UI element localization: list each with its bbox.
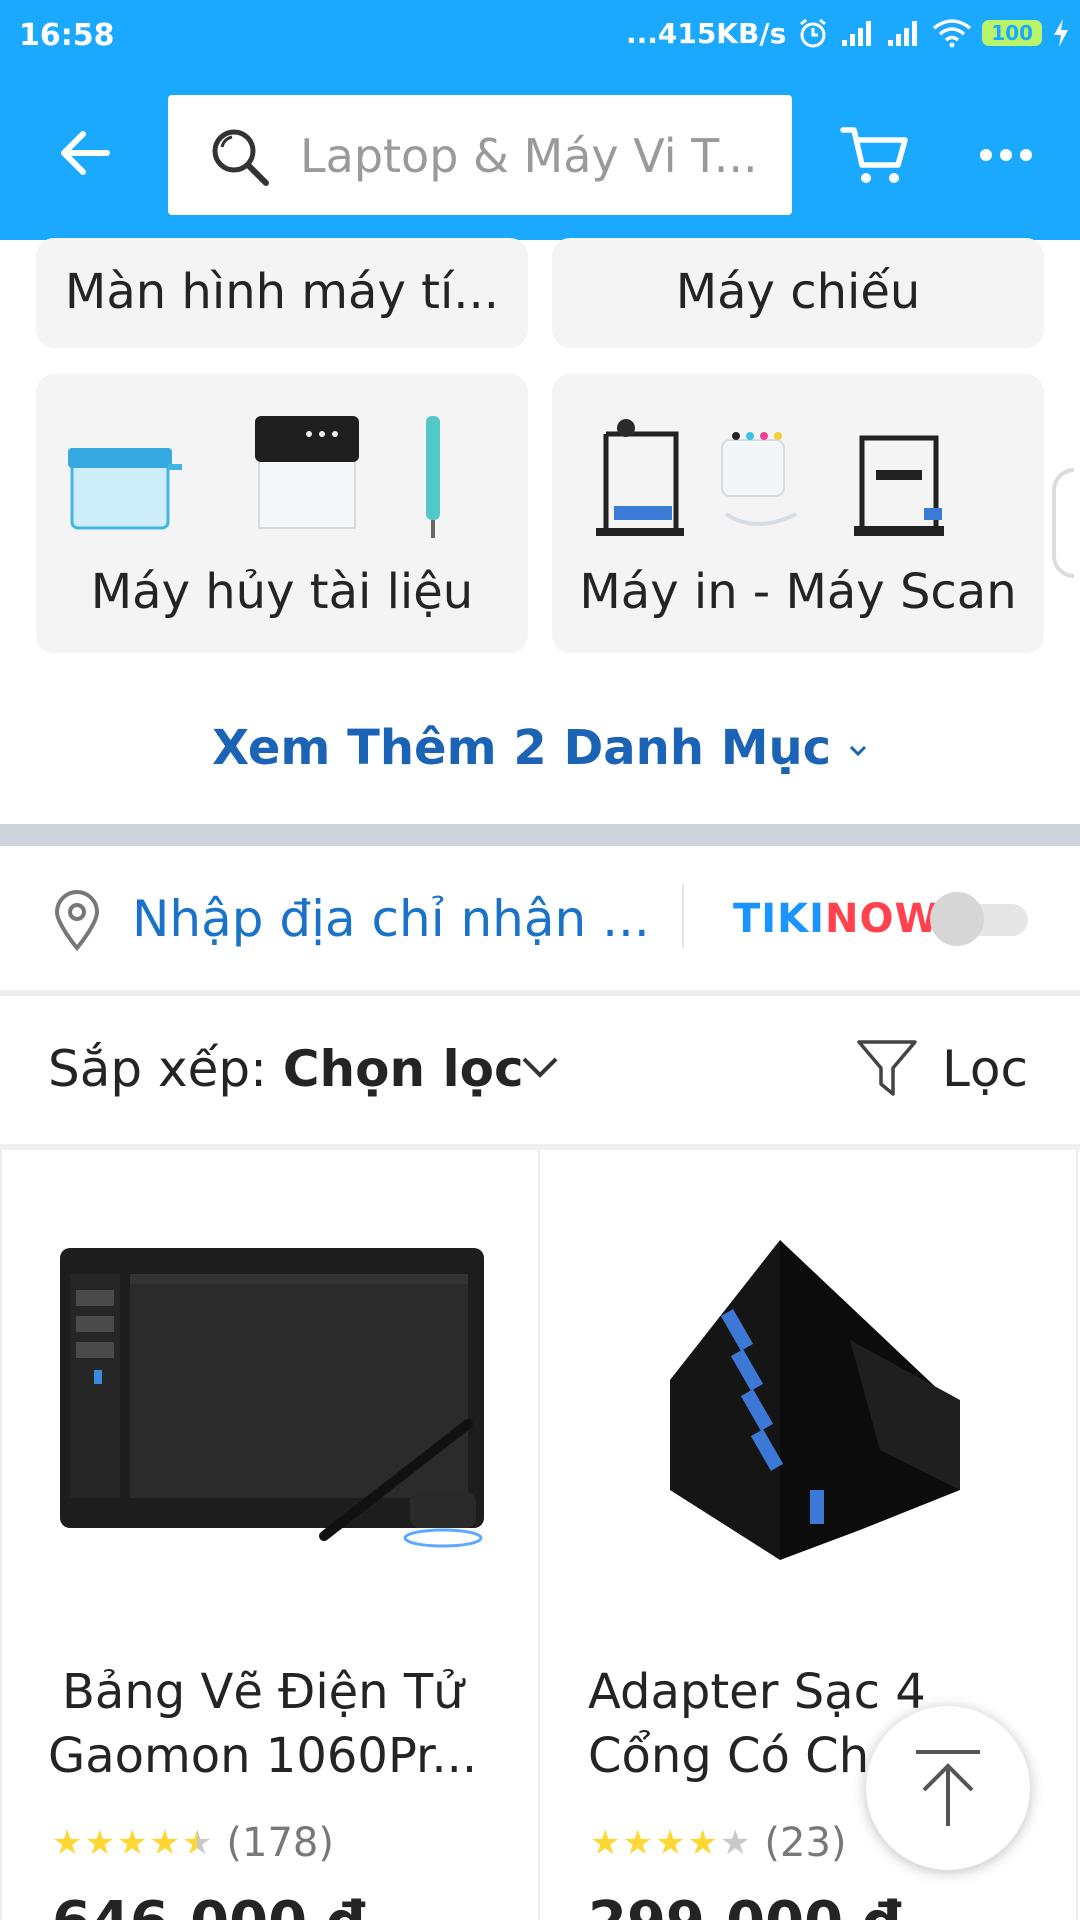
sort-filter-row: Sắp xếp: Chọn lọc Lọc bbox=[0, 996, 1080, 1144]
status-time: 16:58 bbox=[19, 18, 115, 53]
star-icon: ★ bbox=[84, 1823, 115, 1863]
battery-icon: 100 bbox=[982, 20, 1042, 46]
star-icon: ★ bbox=[116, 1823, 148, 1863]
star-icon: ★ bbox=[654, 1823, 686, 1863]
location-pin-icon bbox=[54, 890, 100, 952]
star-icon: ★ bbox=[687, 1823, 718, 1863]
toggle-knob bbox=[930, 892, 984, 946]
product-name: Adapter Sạc 4 bbox=[588, 1664, 926, 1720]
star-half-icon: ★ bbox=[181, 1823, 213, 1863]
chevron-down-icon bbox=[849, 745, 866, 757]
signal-icon bbox=[888, 21, 918, 46]
scroll-handle[interactable] bbox=[1052, 468, 1074, 578]
cart-icon[interactable] bbox=[840, 125, 910, 187]
category-tile-monitor[interactable]: Màn hình máy tí... bbox=[36, 238, 528, 348]
product-rating: ★ ★ ★ ★ ★ (23) bbox=[590, 1820, 847, 1866]
divider bbox=[682, 884, 684, 948]
arrow-up-icon bbox=[916, 1750, 980, 1826]
printer-image bbox=[596, 419, 944, 536]
charging-icon bbox=[1054, 19, 1068, 47]
grid-border bbox=[1076, 1150, 1078, 1920]
tikinow-logo: TIKINOW bbox=[733, 896, 940, 942]
signal-icon bbox=[842, 21, 872, 46]
status-bar: 16:58 ...415KB/s 100 bbox=[0, 0, 1080, 75]
category-label: Màn hình máy tí... bbox=[64, 264, 500, 320]
star-icon: ★ bbox=[52, 1823, 83, 1863]
app-header: 16:58 ...415KB/s 100 Laptop & Máy Vi T..… bbox=[0, 0, 1080, 240]
toolbar: Laptop & Máy Vi T... bbox=[0, 95, 1080, 215]
search-input[interactable]: Laptop & Máy Vi T... bbox=[168, 95, 792, 215]
review-count: (23) bbox=[764, 1820, 847, 1866]
search-icon bbox=[212, 129, 269, 186]
chevron-down-icon[interactable] bbox=[520, 1054, 560, 1080]
sort-dropdown[interactable]: Sắp xếp: Chọn lọc bbox=[48, 1040, 524, 1098]
product-name: Bảng Vẽ Điện Tử bbox=[62, 1664, 464, 1720]
product-price: 646.000 ₫ bbox=[52, 1890, 366, 1920]
product-card[interactable]: Bảng Vẽ Điện Tử Gaomon 1060Pr... ★ ★ ★ ★… bbox=[2, 1150, 538, 1920]
see-more-label: Xem Thêm 2 Danh Mục bbox=[212, 720, 832, 776]
delivery-address-row: Nhập địa chỉ nhận ... TIKINOW bbox=[0, 846, 1080, 990]
product-price: 299.000 ₫ bbox=[588, 1890, 902, 1920]
category-label: Máy in - Máy Scan bbox=[579, 564, 1017, 620]
more-icon[interactable] bbox=[980, 147, 1032, 163]
tikinow-logo-now: NOW bbox=[825, 896, 940, 942]
see-more-categories-button[interactable]: Xem Thêm 2 Danh Mục bbox=[0, 720, 1080, 776]
category-label: Máy chiếu bbox=[675, 264, 921, 320]
back-arrow-icon[interactable] bbox=[55, 123, 115, 183]
category-tile-shredder[interactable]: Máy hủy tài liệu bbox=[36, 374, 528, 653]
product-name: Cổng Có Ch bbox=[588, 1728, 870, 1784]
sort-prefix: Sắp xếp: bbox=[48, 1040, 283, 1098]
network-speed: ...415KB/s bbox=[625, 16, 787, 50]
address-input[interactable]: Nhập địa chỉ nhận ... bbox=[132, 890, 650, 948]
filter-icon[interactable] bbox=[855, 1036, 919, 1100]
category-label: Máy hủy tài liệu bbox=[90, 564, 474, 620]
section-divider bbox=[0, 824, 1080, 846]
status-icons: ...415KB/s 100 bbox=[626, 16, 1070, 50]
star-icon: ★ bbox=[622, 1823, 653, 1863]
tikinow-logo-tiki: TIKI bbox=[733, 896, 826, 942]
wifi-icon bbox=[933, 19, 972, 48]
product-name: Gaomon 1060Pr... bbox=[48, 1728, 478, 1784]
star-icon: ★ bbox=[149, 1823, 180, 1863]
product-image bbox=[60, 1248, 484, 1548]
product-rating: ★ ★ ★ ★ ★ (178) bbox=[52, 1820, 334, 1866]
alarm-icon bbox=[800, 18, 827, 48]
scroll-to-top-button[interactable] bbox=[866, 1706, 1030, 1870]
category-tile-printer[interactable]: Máy in - Máy Scan bbox=[552, 374, 1044, 653]
tikinow-toggle[interactable] bbox=[930, 892, 1030, 946]
filter-button[interactable]: Lọc bbox=[942, 1040, 1028, 1098]
shredder-image bbox=[68, 416, 440, 538]
search-placeholder: Laptop & Máy Vi T... bbox=[300, 129, 758, 183]
category-tile-projector[interactable]: Máy chiếu bbox=[552, 238, 1044, 348]
sort-value: Chọn lọc bbox=[282, 1040, 524, 1098]
review-count: (178) bbox=[226, 1820, 334, 1866]
star-icon: ★ bbox=[590, 1823, 621, 1863]
star-empty-icon: ★ bbox=[719, 1823, 751, 1863]
product-image bbox=[670, 1240, 960, 1560]
